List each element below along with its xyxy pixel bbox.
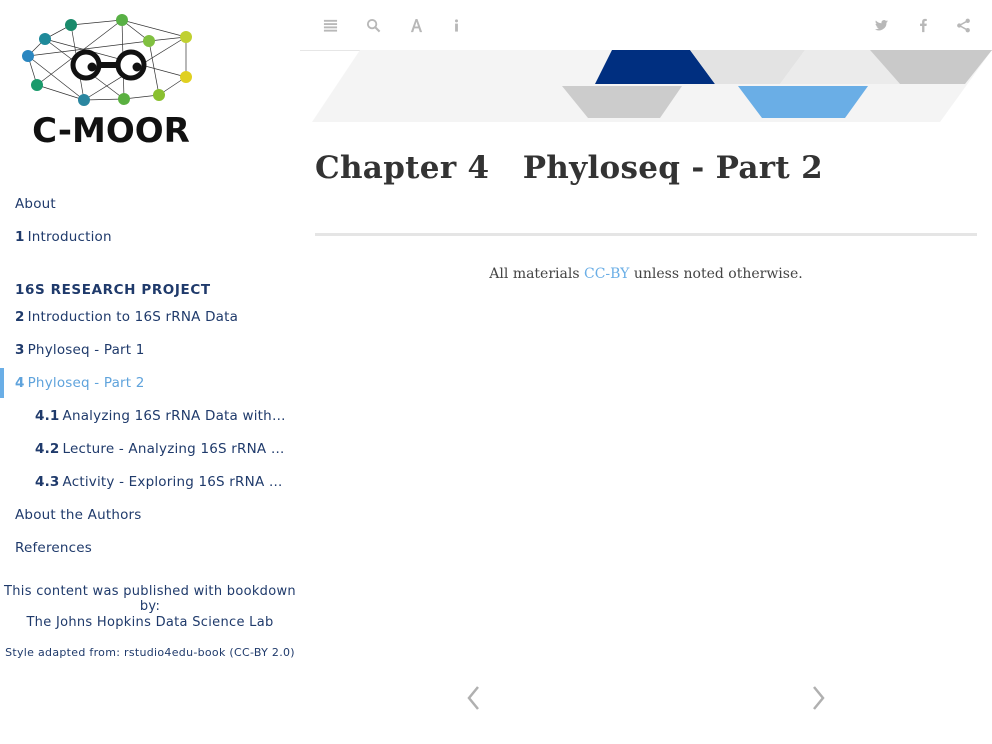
toc-label: References: [15, 540, 93, 556]
license-prefix: All materials: [489, 266, 584, 282]
toc-section-header: 16S RESEARCH PROJECT: [15, 282, 211, 298]
header-banner: [300, 50, 992, 125]
chevron-right-icon: [813, 686, 825, 710]
toc-item-about[interactable]: About: [0, 192, 300, 225]
facebook-share-button[interactable]: [912, 14, 934, 36]
toggle-sidebar-button[interactable]: [319, 14, 341, 36]
page-title: Chapter 4 Phyloseq - Part 2: [315, 150, 823, 186]
toc-item-chapter-3[interactable]: 3 Phyloseq - Part 1: [0, 338, 300, 371]
next-page-button[interactable]: [808, 683, 828, 713]
toc-item-references[interactable]: References: [0, 536, 300, 569]
toc-label: Activity - Exploring 16S rRNA Data…: [62, 474, 288, 490]
toc-label: Introduction: [27, 229, 112, 245]
toc-number: 3: [15, 342, 25, 358]
toc-number: 4.2: [35, 441, 60, 457]
toc-number: 4.3: [35, 474, 60, 490]
toc-label: Lecture - Analyzing 16S rRNA Data…: [62, 441, 288, 457]
title-divider: [315, 233, 977, 236]
toc-item-introduction[interactable]: 1 Introduction: [0, 225, 300, 258]
book-toolbar: [300, 0, 992, 51]
jhu-dsl-credit[interactable]: The Johns Hopkins Data Science Lab: [0, 615, 300, 630]
toc-item-about-authors[interactable]: About the Authors: [0, 503, 300, 536]
license-suffix: unless noted otherwise.: [629, 266, 803, 282]
toc-label: Analyzing 16S rRNA Data with phyl…: [62, 408, 288, 424]
font-settings-button[interactable]: [405, 14, 427, 36]
toc-label: About: [15, 196, 56, 212]
toc-label: Introduction to 16S rRNA Data: [27, 309, 239, 325]
twitter-icon: [874, 19, 888, 30]
toc-label: Phyloseq - Part 2: [27, 375, 145, 391]
share-button[interactable]: [952, 14, 974, 36]
sidebar: C-MOOR About 1 Introduction 16S RESEARCH …: [0, 0, 300, 744]
info-button[interactable]: [445, 14, 467, 36]
banner-graphic: [312, 50, 992, 122]
toc-number: 2: [15, 309, 25, 325]
network-logo-icon: C-MOOR: [22, 14, 192, 151]
toc-item-chapter-2[interactable]: 2 Introduction to 16S rRNA Data: [0, 305, 300, 338]
search-icon: [366, 18, 380, 32]
license-note: All materials CC-BY unless noted otherwi…: [315, 266, 977, 282]
twitter-share-button[interactable]: [870, 14, 892, 36]
toc-number: 1: [15, 229, 25, 245]
style-adapted-credit[interactable]: Style adapted from: rstudio4edu-book (CC…: [0, 646, 300, 659]
cc-by-link[interactable]: CC-BY: [584, 266, 629, 282]
toc-item-chapter-4-active[interactable]: 4 Phyloseq - Part 2: [0, 368, 300, 398]
toc-number: 4: [15, 375, 25, 391]
search-button[interactable]: [362, 14, 384, 36]
c-moor-logo[interactable]: C-MOOR: [16, 10, 206, 151]
font-icon: [410, 18, 422, 32]
toc-item-section-4-2[interactable]: 4.2Lecture - Analyzing 16S rRNA Data…: [0, 437, 288, 470]
share-icon: [956, 18, 970, 32]
published-with-credit[interactable]: This content was published with bookdown…: [0, 584, 300, 614]
toc-label: About the Authors: [15, 507, 142, 523]
menu-icon: [323, 19, 337, 32]
facebook-icon: [919, 18, 927, 32]
chevron-left-icon: [467, 686, 479, 710]
toc-item-section-4-1[interactable]: 4.1Analyzing 16S rRNA Data with phyl…: [0, 404, 288, 437]
toc-label: Phyloseq - Part 1: [27, 342, 145, 358]
toc-item-section-4-3[interactable]: 4.3Activity - Exploring 16S rRNA Data…: [0, 470, 288, 503]
info-icon: [454, 18, 458, 32]
previous-page-button[interactable]: [464, 683, 484, 713]
toc-number: 4.1: [35, 408, 60, 424]
logo-text: C-MOOR: [32, 111, 190, 150]
